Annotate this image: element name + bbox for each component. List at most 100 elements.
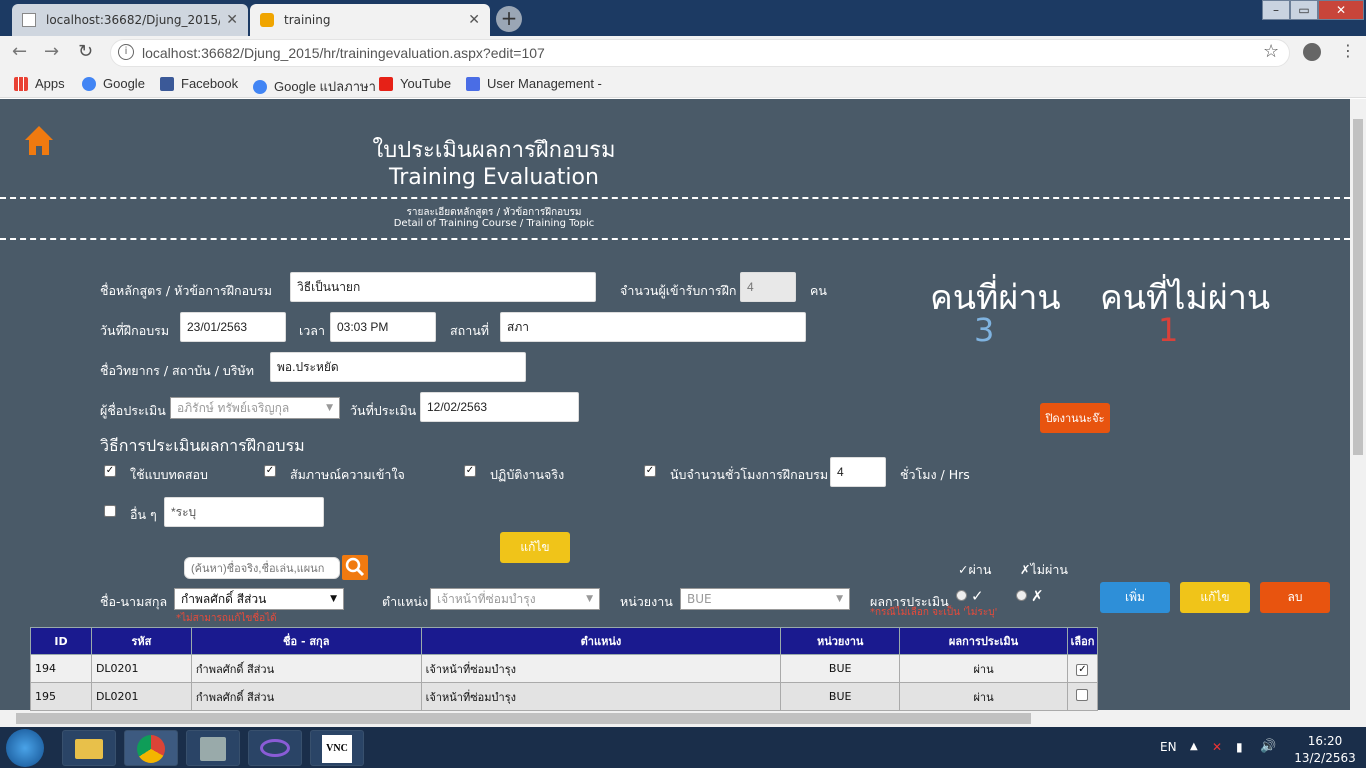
method-hours-checkbox[interactable]: ✓	[644, 465, 656, 477]
fail-radio[interactable]	[1016, 590, 1027, 601]
method-other-checkbox[interactable]	[104, 505, 116, 517]
time-input[interactable]: 03:03 PM	[330, 312, 436, 342]
close-job-button[interactable]: ปิดงานนะจ๊ะ	[1040, 403, 1110, 433]
youtube-icon	[379, 76, 393, 91]
bookmark-facebook[interactable]: Facebook	[160, 76, 238, 91]
col-code[interactable]: รหัส	[90, 627, 192, 655]
bookmark-google[interactable]: Google	[82, 76, 145, 91]
cell-position: เจ้าหน้าที่ซ่อมบำรุง	[420, 654, 782, 683]
close-window-button[interactable]: ✕	[1318, 0, 1364, 20]
cell-name: กำพลศักดิ์ สีส่วน	[190, 682, 422, 711]
bookmark-google-translate[interactable]: Google แปลภาษา	[253, 76, 376, 97]
bookmark-apps[interactable]: Apps	[14, 76, 65, 91]
horizontal-scrollbar[interactable]	[0, 710, 1366, 727]
reload-icon[interactable]: ↻	[78, 41, 93, 62]
tab-training[interactable]: training ✕	[250, 4, 490, 36]
url-text: localhost:36682/Djung_2015/hr/trainingev…	[142, 45, 545, 61]
name-note: *ไม่สามารถแก้ไขชื่อได้	[176, 613, 277, 624]
name-label: ชื่อ-นามสกุล	[100, 594, 168, 609]
tray-up-icon[interactable]: ▲	[1190, 741, 1198, 752]
clock-date[interactable]: 13/2/2563	[1290, 751, 1360, 765]
place-label: สถานที่	[450, 323, 490, 338]
cell-name: กำพลศักดิ์ สีส่วน	[190, 654, 422, 683]
account-icon[interactable]	[1303, 43, 1321, 61]
row-select-checkbox[interactable]	[1076, 689, 1089, 701]
method-practice-checkbox[interactable]: ✓	[464, 465, 476, 477]
edit-button[interactable]: แก้ไข	[1180, 582, 1250, 613]
col-name[interactable]: ชื่อ - สกุล	[190, 627, 422, 655]
col-id[interactable]: ID	[30, 627, 92, 655]
chrome-icon[interactable]	[124, 730, 178, 766]
attendees-label: จำนวนผู้เข้ารับการฝึก	[620, 283, 737, 298]
col-select: เลือก	[1066, 627, 1099, 655]
course-input[interactable]: วิธีเป็นนายก	[290, 272, 596, 302]
back-icon[interactable]: ←	[12, 41, 27, 62]
volume-icon[interactable]: 🔊	[1260, 739, 1276, 754]
signal-icon[interactable]: ▮	[1236, 740, 1243, 754]
table-row[interactable]: 194 DL0201 กำพลศักดิ์ สีส่วน เจ้าหน้าที่…	[30, 654, 1099, 683]
bookmark-user-management[interactable]: User Management -	[466, 76, 602, 91]
tab-localhost[interactable]: localhost:36682/Djung_2015/hr/t ✕	[12, 4, 248, 36]
add-button[interactable]: เพิ่ม	[1100, 582, 1170, 613]
page-title-english: Training Evaluation	[389, 165, 599, 190]
network-warning-icon[interactable]: ✕	[1212, 740, 1222, 754]
lecturer-label: ชื่อวิทยากร / สถาบัน / บริษัท	[100, 363, 255, 378]
search-button[interactable]	[342, 555, 368, 580]
pass-count: 3	[974, 311, 995, 349]
maximize-button[interactable]: ▭	[1290, 0, 1318, 20]
start-button[interactable]	[6, 729, 44, 767]
vnc-icon[interactable]: VNC	[310, 730, 364, 766]
section-subtitle-english: Detail of Training Course / Training Top…	[393, 218, 595, 229]
lecturer-input[interactable]: พอ.ประหยัด	[270, 352, 526, 382]
fail-heading: คนที่ไม่ผ่าน	[1100, 278, 1271, 318]
course-label: ชื่อหลักสูตร / หัวข้อการฝึกอบรม	[100, 283, 272, 298]
table-row[interactable]: 195 DL0201 กำพลศักดิ์ สีส่วน เจ้าหน้าที่…	[30, 682, 1099, 711]
bookmark-youtube[interactable]: YouTube	[379, 76, 451, 91]
scroll-thumb[interactable]	[16, 713, 1031, 724]
search-input[interactable]: (ค้นหา)ชื่อจริง,ชื่อเล่น,แผนก	[184, 557, 340, 579]
visual-studio-icon[interactable]	[248, 730, 302, 766]
other-input[interactable]: *ระบุ	[164, 497, 324, 527]
position-select: เจ้าหน้าที่ซ่อมบำรุง ▼	[430, 588, 600, 610]
tools-icon[interactable]	[186, 730, 240, 766]
method-test-checkbox[interactable]: ✓	[104, 465, 116, 477]
name-select[interactable]: กำพลศักดิ์ สีส่วน ▼	[174, 588, 344, 610]
file-explorer-icon[interactable]	[62, 730, 116, 766]
cell-select	[1066, 682, 1099, 711]
home-icon[interactable]	[24, 124, 54, 156]
col-unit[interactable]: หน่วยงาน	[780, 627, 901, 655]
edit-form-button[interactable]: แก้ไข	[500, 532, 570, 563]
close-icon[interactable]: ✕	[226, 12, 238, 28]
google-icon	[82, 76, 96, 91]
training-date-input[interactable]: 23/01/2563	[180, 312, 286, 342]
col-position[interactable]: ตำแหน่ง	[420, 627, 782, 655]
language-indicator[interactable]: EN	[1160, 740, 1177, 754]
close-icon[interactable]: ✕	[468, 12, 480, 28]
row-select-checkbox[interactable]: ✓	[1076, 663, 1089, 676]
pass-heading: คนที่ผ่าน	[930, 278, 1061, 318]
fail-column-heading: ✗ไม่ผ่าน	[1020, 562, 1068, 577]
chevron-down-icon: ▼	[330, 594, 337, 604]
method-interview-checkbox[interactable]: ✓	[264, 465, 276, 477]
hours-input[interactable]: 4	[830, 457, 886, 487]
minimize-button[interactable]: –	[1262, 0, 1290, 20]
clock-time[interactable]: 16:20	[1290, 734, 1360, 748]
cell-unit: BUE	[780, 682, 901, 711]
scroll-thumb[interactable]	[1353, 119, 1363, 455]
eval-date-input[interactable]: 12/02/2563	[420, 392, 579, 422]
new-tab-button[interactable]: +	[496, 6, 522, 32]
col-result[interactable]: ผลการประเมิน	[899, 627, 1068, 655]
forward-icon[interactable]: →	[44, 41, 59, 62]
cell-id: 195	[30, 682, 92, 711]
delete-button[interactable]: ลบ	[1260, 582, 1330, 613]
menu-icon[interactable]: ⋮	[1340, 41, 1356, 60]
eval-date-label: วันที่ประเมิน	[350, 403, 417, 418]
info-icon[interactable]: i	[118, 44, 134, 60]
evaluator-label: ผู้ชื่อประเมิน	[100, 403, 166, 418]
vertical-scrollbar[interactable]	[1350, 99, 1366, 710]
star-icon[interactable]: ☆	[1263, 41, 1279, 62]
cell-select: ✓	[1066, 654, 1099, 683]
pass-radio[interactable]	[956, 590, 967, 601]
place-input[interactable]: สภา	[500, 312, 806, 342]
method-hours-label: นับจำนวนชั่วโมงการฝึกอบรม	[670, 467, 829, 482]
